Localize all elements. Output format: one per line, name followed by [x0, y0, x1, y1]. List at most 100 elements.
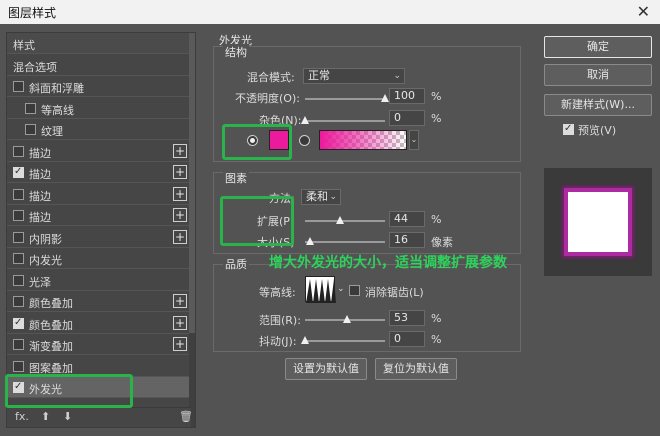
add-effect-icon[interactable]: +: [173, 337, 187, 351]
style-checkbox[interactable]: [13, 317, 24, 329]
opacity-slider-track[interactable]: [305, 98, 385, 100]
antialias-checkbox[interactable]: [349, 285, 360, 296]
style-checkbox[interactable]: [25, 102, 36, 114]
chevron-down-icon: ⌄: [329, 192, 337, 202]
preview-label: 预览(V): [578, 124, 617, 137]
gradient-radio[interactable]: [299, 135, 310, 146]
style-list-item[interactable]: 斜面和浮雕: [7, 76, 191, 97]
style-checkbox[interactable]: [13, 166, 24, 178]
add-effect-icon[interactable]: +: [173, 294, 187, 308]
size-input[interactable]: 16: [389, 232, 425, 248]
style-list-item-label: 光泽: [29, 275, 51, 289]
style-checkbox[interactable]: [13, 145, 24, 157]
move-up-icon[interactable]: ⬆: [41, 410, 50, 423]
blend-mode-label: 混合模式:: [247, 71, 295, 84]
style-list-item[interactable]: 颜色叠加 +: [7, 313, 191, 334]
style-list-item[interactable]: 描边 +: [7, 205, 191, 226]
style-checkbox[interactable]: [13, 339, 24, 350]
range-input[interactable]: 53: [389, 310, 425, 326]
style-list-item[interactable]: 描边 +: [7, 162, 191, 183]
add-effect-icon[interactable]: +: [173, 143, 187, 158]
style-checkbox[interactable]: [13, 274, 24, 286]
add-effect-icon[interactable]: +: [173, 186, 187, 201]
noise-input[interactable]: 0: [389, 110, 425, 126]
add-effect-icon[interactable]: +: [173, 208, 187, 222]
add-effect-icon[interactable]: +: [173, 229, 187, 244]
style-list-item[interactable]: 内阴影 +: [7, 227, 191, 248]
quality-label: 品质: [223, 256, 249, 272]
glow-gradient-picker[interactable]: [319, 130, 407, 150]
jitter-input[interactable]: 0: [389, 331, 425, 347]
style-list-item[interactable]: 纹理: [7, 119, 191, 140]
jitter-slider-thumb[interactable]: [301, 336, 309, 344]
style-checkbox[interactable]: [13, 296, 24, 307]
style-checkbox[interactable]: [13, 231, 24, 243]
style-list-item-label: 等高线: [41, 103, 74, 117]
style-checkbox[interactable]: [13, 188, 24, 200]
style-list-item[interactable]: 样式: [7, 33, 191, 54]
style-checkbox[interactable]: [25, 124, 36, 135]
range-slider-thumb[interactable]: [343, 315, 352, 323]
dialog-body: 样式混合选项斜面和浮雕等高线纹理描边 + 描边 + 描边 + 描边 + 内阴影 + 内发光光泽颜色叠…: [0, 24, 660, 436]
trash-icon[interactable]: 🗑: [179, 410, 193, 423]
close-icon[interactable]: ✕: [637, 2, 650, 21]
style-list-item-label: 渐变叠加: [29, 340, 73, 353]
fx-icon[interactable]: fx.: [15, 410, 29, 423]
method-dropdown[interactable]: 柔和 ⌄: [301, 189, 341, 205]
style-list-item-label: 内发光: [29, 254, 62, 267]
style-list-item-label: 混合选项: [13, 60, 57, 74]
size-slider-thumb[interactable]: [305, 237, 314, 245]
style-checkbox[interactable]: [13, 360, 24, 372]
style-list-item[interactable]: 内发光: [7, 248, 191, 269]
noise-slider-track[interactable]: [305, 120, 385, 122]
style-list-item[interactable]: 等高线: [7, 98, 191, 119]
contour-label: 等高线:: [259, 286, 296, 299]
spread-input[interactable]: 44: [389, 211, 425, 227]
style-list-item[interactable]: 描边 +: [7, 184, 191, 205]
contour-dropdown-arrow[interactable]: ⌄: [337, 284, 345, 294]
style-list-item-label: 内阴影: [29, 232, 62, 246]
style-checkbox[interactable]: [13, 253, 24, 264]
style-checkbox[interactable]: [13, 210, 24, 221]
style-list-item[interactable]: 混合选项: [7, 55, 191, 76]
title-bar: 图层样式 ✕: [0, 0, 660, 24]
structure-label: 结构: [223, 44, 249, 60]
blend-mode-dropdown[interactable]: 正常 ⌄: [303, 68, 405, 84]
spread-slider-thumb[interactable]: [336, 216, 345, 224]
style-list-item-label: 描边: [29, 189, 51, 203]
spread-unit: %: [431, 213, 442, 226]
style-checkbox[interactable]: [13, 81, 24, 92]
contour-icon: [306, 279, 336, 303]
set-default-button[interactable]: 设置为默认值: [285, 358, 367, 380]
style-list-scrollbar[interactable]: [189, 33, 195, 427]
preview-checkbox[interactable]: [563, 123, 574, 135]
move-down-icon[interactable]: ⬇: [63, 410, 72, 423]
spread-slider-track[interactable]: [305, 220, 385, 222]
contour-preview[interactable]: [305, 276, 336, 303]
new-style-button[interactable]: 新建样式(W)...: [544, 94, 652, 116]
window-title: 图层样式: [8, 6, 57, 20]
style-list-item[interactable]: 光泽: [7, 270, 191, 291]
preview-swatch: [564, 188, 632, 256]
size-unit: 像素: [431, 236, 453, 249]
size-slider-track[interactable]: [305, 241, 385, 243]
style-preview: [544, 168, 652, 276]
style-list-item[interactable]: 颜色叠加 +: [7, 291, 191, 312]
antialias-label: 消除锯齿(L): [365, 286, 424, 299]
jitter-slider-track[interactable]: [305, 340, 385, 342]
opacity-slider-thumb[interactable]: [381, 94, 389, 102]
opacity-input[interactable]: 100: [389, 88, 425, 104]
ok-button[interactable]: 确定: [544, 36, 652, 58]
add-effect-icon[interactable]: +: [173, 315, 187, 330]
scrollbar-thumb[interactable]: [189, 33, 195, 333]
gradient-dropdown-arrow[interactable]: ⌄: [409, 130, 419, 150]
opacity-label: 不透明度(O):: [235, 92, 300, 105]
annotation-text: 增大外发光的大小，适当调整扩展参数: [269, 255, 507, 271]
reset-default-button[interactable]: 复位为默认值: [375, 358, 457, 380]
add-effect-icon[interactable]: +: [173, 165, 187, 179]
style-list-item[interactable]: 描边 +: [7, 141, 191, 162]
noise-slider-thumb[interactable]: [301, 116, 309, 124]
color-highlight: [222, 124, 292, 160]
style-list-item[interactable]: 渐变叠加 +: [7, 334, 191, 355]
cancel-button[interactable]: 取消: [544, 64, 652, 86]
